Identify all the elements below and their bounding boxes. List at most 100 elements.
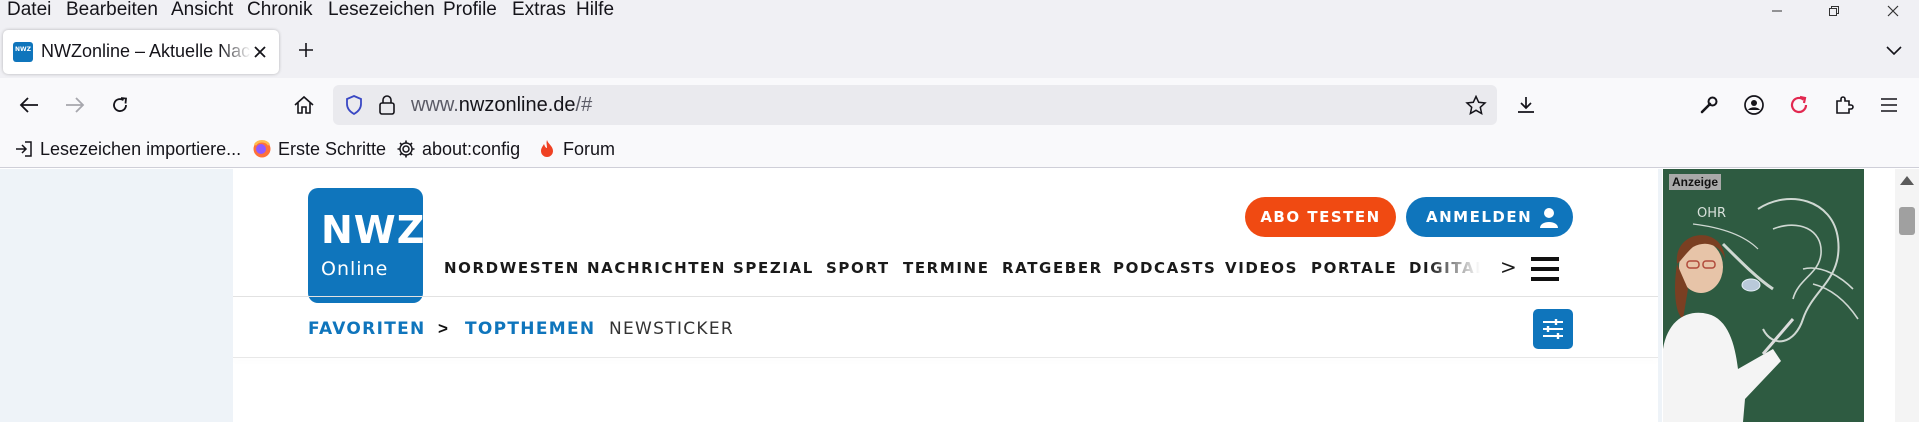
ad-chalk-text: OHR: [1697, 206, 1727, 221]
home-icon: [294, 95, 314, 114]
back-arrow-icon: [19, 97, 38, 113]
bookmark-label: Erste Schritte: [278, 138, 387, 159]
tab-nwzonline[interactable]: NWZ NWZonline – Aktuelle Nachrichten: [3, 30, 279, 74]
nav-portale[interactable]: PORTALE: [1311, 259, 1397, 277]
url-suffix: /#: [575, 94, 593, 116]
list-all-tabs-button[interactable]: [1880, 36, 1908, 64]
url-host: nwzonline.de: [458, 94, 576, 116]
tab-title: NWZonline – Aktuelle Nachrichten: [41, 41, 251, 61]
filter-settings-button[interactable]: [1533, 309, 1573, 349]
shield-icon[interactable]: [345, 95, 363, 115]
menu-datei[interactable]: Datei: [7, 0, 51, 20]
nav-podcasts[interactable]: PODCASTS: [1113, 259, 1216, 277]
minimize-button[interactable]: [1754, 0, 1800, 22]
firefox-icon: [252, 139, 272, 159]
sync-icon: [1790, 95, 1808, 114]
chevron-down-icon: [1886, 46, 1902, 55]
ad-label: Anzeige: [1669, 174, 1722, 190]
menu-bearbeiten[interactable]: Bearbeiten: [66, 0, 158, 20]
anmelden-label: ANMELDEN: [1426, 208, 1533, 226]
nav-termine[interactable]: TERMINE: [903, 259, 990, 277]
menu-lesezeichen[interactable]: Lesezeichen: [328, 0, 435, 20]
nav-nordwesten[interactable]: NORDWESTEN: [444, 259, 580, 277]
account-button[interactable]: [1739, 90, 1769, 120]
restore-icon: [1829, 6, 1839, 16]
close-icon: [254, 46, 266, 58]
back-button[interactable]: [14, 90, 44, 120]
main-navigation: NORDWESTEN NACHRICHTEN SPEZIAL SPORT TER…: [444, 259, 1480, 283]
logo-nwz-text: NWZ: [321, 208, 426, 252]
page-scrollbar[interactable]: [1895, 169, 1919, 422]
user-icon: [1540, 208, 1558, 228]
bookmark-erste-schritte[interactable]: Erste Schritte: [252, 138, 386, 160]
nwz-favicon-icon: NWZ: [13, 42, 33, 62]
menu-ansicht[interactable]: Ansicht: [171, 0, 233, 20]
nav-videos[interactable]: VIDEOS: [1225, 259, 1298, 277]
lock-icon[interactable]: [378, 94, 396, 116]
anmelden-button[interactable]: ANMELDEN: [1406, 197, 1573, 237]
extensions-button[interactable]: [1829, 90, 1859, 120]
reload-icon: [113, 97, 127, 112]
subnav-topthemen[interactable]: TOPTHEMEN: [465, 319, 595, 339]
devtools-button[interactable]: [1694, 90, 1724, 120]
forward-arrow-icon: [66, 97, 85, 113]
menu-bar: Datei Bearbeiten Ansicht Chronik Lesezei…: [0, 0, 1919, 22]
reload-button[interactable]: [105, 90, 135, 120]
url-prefix: www.: [411, 94, 459, 116]
plus-icon: [299, 43, 313, 57]
nav-nachrichten[interactable]: NACHRICHTEN: [587, 259, 726, 277]
hamburger-menu-icon: [1881, 98, 1897, 112]
nwz-logo[interactable]: NWZ Online: [308, 188, 426, 303]
menu-profile[interactable]: Profile: [443, 0, 497, 20]
tab-strip: NWZ NWZonline – Aktuelle Nachrichten: [0, 22, 1919, 78]
subnav-chevron: >: [438, 319, 448, 338]
new-tab-button[interactable]: [292, 36, 320, 64]
home-button[interactable]: [289, 90, 319, 120]
address-bar[interactable]: www.nwzonline.de/#: [333, 85, 1497, 125]
menu-extras[interactable]: Extras: [512, 0, 566, 20]
bookmark-import[interactable]: Lesezeichen importiere...: [14, 138, 241, 160]
advertisement-banner[interactable]: Anzeige OHR: [1663, 169, 1864, 422]
navigation-toolbar: www.nwzonline.de/#: [0, 78, 1919, 130]
tab-close-button[interactable]: [250, 42, 270, 62]
download-icon: [1518, 97, 1534, 113]
scrollbar-thumb[interactable]: [1899, 207, 1915, 235]
close-window-button[interactable]: [1870, 0, 1916, 22]
scroll-up-arrow-icon[interactable]: [1900, 176, 1914, 185]
site-menu-icon[interactable]: [1531, 257, 1559, 281]
favicon-text: NWZ: [15, 46, 31, 53]
flame-icon: [537, 139, 557, 159]
left-margin-area: [0, 169, 233, 422]
bookmark-forum[interactable]: Forum: [537, 138, 615, 160]
nav-ratgeber[interactable]: RATGEBER: [1002, 259, 1103, 277]
account-icon: [1744, 95, 1764, 115]
abo-testen-button[interactable]: ABO TESTEN: [1245, 197, 1396, 237]
ad-image: [1663, 169, 1864, 422]
subnav-favoriten[interactable]: FAVORITEN: [308, 319, 426, 339]
subnav-newsticker[interactable]: NEWSTICKER: [609, 319, 734, 339]
bookmark-star-icon[interactable]: [1465, 95, 1487, 115]
close-icon: [1887, 5, 1899, 17]
downloads-button[interactable]: [1511, 90, 1541, 120]
puzzle-icon: [1836, 96, 1854, 114]
nav-scroll-right-button[interactable]: >: [1500, 255, 1517, 279]
gear-icon: [396, 139, 416, 159]
bookmarks-toolbar: Lesezeichen importiere... Erste Schritte…: [0, 130, 1919, 168]
menu-hilfe[interactable]: Hilfe: [576, 0, 614, 20]
url-text[interactable]: www.nwzonline.de/#: [411, 94, 592, 117]
forward-button[interactable]: [60, 90, 90, 120]
minimize-icon: [1772, 10, 1782, 12]
sliders-icon: [1543, 319, 1563, 339]
sync-button[interactable]: [1784, 90, 1814, 120]
wrench-icon: [1700, 96, 1718, 114]
nav-spezial[interactable]: SPEZIAL: [733, 259, 814, 277]
restore-button[interactable]: [1811, 0, 1857, 22]
subnav-divider: [233, 357, 1658, 358]
nav-sport[interactable]: SPORT: [826, 259, 890, 277]
menu-chronik[interactable]: Chronik: [247, 0, 312, 20]
nav-digital[interactable]: DIGITAL: [1409, 259, 1480, 277]
app-menu-button[interactable]: [1874, 90, 1904, 120]
bookmark-about-config[interactable]: about:config: [396, 138, 520, 160]
bookmark-label: Forum: [563, 138, 616, 159]
bookmark-label: Lesezeichen importiere...: [40, 138, 242, 159]
